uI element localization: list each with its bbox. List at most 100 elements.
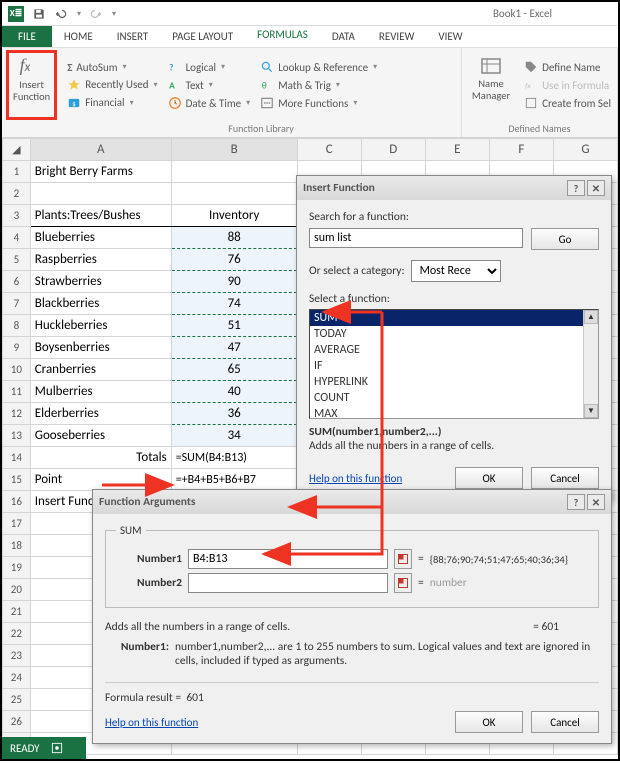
cell[interactable]: Elderberries	[30, 403, 171, 425]
col-header-e[interactable]: E	[425, 139, 489, 161]
tab-file[interactable]: FILE	[2, 26, 52, 47]
cell[interactable]: Blackberries	[30, 293, 171, 315]
list-item[interactable]: IF	[310, 358, 598, 374]
list-item[interactable]: TODAY	[310, 326, 598, 342]
cell[interactable]: Blueberries	[30, 227, 171, 249]
recently-used-button[interactable]: Recently Used▾	[65, 77, 159, 93]
help-link[interactable]: Help on this function	[309, 472, 402, 485]
list-item[interactable]: AVERAGE	[310, 342, 598, 358]
undo-icon[interactable]	[54, 7, 68, 21]
more-functions-button[interactable]: More Functions▾	[258, 95, 379, 111]
cell[interactable]	[171, 183, 297, 205]
col-header-f[interactable]: F	[489, 139, 553, 161]
col-header-g[interactable]: G	[553, 139, 617, 161]
save-icon[interactable]	[32, 7, 46, 21]
cell[interactable]: 47	[171, 337, 297, 359]
cell[interactable]: Huckleberries	[30, 315, 171, 337]
cell[interactable]: Mulberries	[30, 381, 171, 403]
select-all-button[interactable]: ◢	[3, 139, 31, 161]
category-select[interactable]: Most Rece	[411, 260, 501, 282]
function-listbox[interactable]: SUM TODAY AVERAGE IF HYPERLINK COUNT MAX…	[309, 309, 599, 419]
cell[interactable]: =+B4+B5+B6+B7	[171, 469, 297, 491]
cell[interactable]: Cranberries	[30, 359, 171, 381]
row-header[interactable]: 4	[3, 227, 31, 249]
insert-function-titlebar[interactable]: Insert Function ? ✕	[297, 176, 611, 200]
row-header[interactable]: 17	[3, 513, 31, 535]
help-link[interactable]: Help on this function	[105, 716, 198, 729]
cell[interactable]: =SUM(B4:B13)	[171, 447, 297, 469]
autosum-button[interactable]: ΣAutoSum▾	[65, 60, 159, 75]
close-button[interactable]: ✕	[587, 180, 605, 196]
row-header[interactable]: 7	[3, 293, 31, 315]
go-button[interactable]: Go	[531, 228, 599, 250]
row-header[interactable]: 1	[3, 161, 31, 183]
macro-record-icon[interactable]	[50, 741, 64, 755]
cell[interactable]: Gooseberries	[30, 425, 171, 447]
logical-button[interactable]: ?Logical▾	[166, 59, 253, 75]
tab-page-layout[interactable]: PAGE LAYOUT	[160, 26, 245, 47]
ok-button[interactable]: OK	[455, 467, 523, 489]
list-item[interactable]: HYPERLINK	[310, 374, 598, 390]
define-name-button[interactable]: Define Name	[522, 59, 613, 75]
cell[interactable]: Boysenberries	[30, 337, 171, 359]
insert-function-button[interactable]: fx Insert Function	[6, 50, 57, 120]
cell[interactable]: 88	[171, 227, 297, 249]
tab-home[interactable]: HOME	[52, 26, 105, 47]
cell[interactable]: 51	[171, 315, 297, 337]
row-header[interactable]: 2	[3, 183, 31, 205]
cancel-button[interactable]: Cancel	[531, 711, 599, 733]
row-header[interactable]: 8	[3, 315, 31, 337]
row-header[interactable]: 6	[3, 271, 31, 293]
col-header-b[interactable]: B	[171, 139, 297, 161]
text-button[interactable]: AText▾	[166, 77, 253, 93]
row-header[interactable]: 12	[3, 403, 31, 425]
row-header[interactable]: 5	[3, 249, 31, 271]
cell[interactable]: 36	[171, 403, 297, 425]
row-header[interactable]: 19	[3, 557, 31, 579]
cell[interactable]: 76	[171, 249, 297, 271]
list-item[interactable]: MAX	[310, 406, 598, 419]
row-header[interactable]: 23	[3, 645, 31, 667]
tab-formulas[interactable]: FORMULAS	[245, 24, 320, 47]
row-header[interactable]: 14	[3, 447, 31, 469]
list-item[interactable]: COUNT	[310, 390, 598, 406]
row-header[interactable]: 21	[3, 601, 31, 623]
row-header[interactable]: 22	[3, 623, 31, 645]
tab-view[interactable]: VIEW	[426, 26, 474, 47]
col-header-a[interactable]: A	[30, 139, 171, 161]
cell[interactable]: 34	[171, 425, 297, 447]
collapse-dialog-button[interactable]	[394, 549, 412, 569]
row-header[interactable]: 11	[3, 381, 31, 403]
number2-input[interactable]	[188, 573, 388, 593]
row-header[interactable]: 15	[3, 469, 31, 491]
row-header[interactable]: 25	[3, 689, 31, 711]
row-header[interactable]: 26	[3, 711, 31, 733]
tab-insert[interactable]: INSERT	[105, 26, 161, 47]
lookup-button[interactable]: Lookup & Reference▾	[258, 59, 379, 75]
number1-input[interactable]	[188, 549, 388, 569]
row-header[interactable]: 24	[3, 667, 31, 689]
cell[interactable]: 65	[171, 359, 297, 381]
financial-button[interactable]: $Financial▾	[65, 95, 159, 111]
cell[interactable]: Totals	[30, 447, 171, 469]
help-button[interactable]: ?	[567, 180, 585, 196]
tab-data[interactable]: DATA	[320, 26, 367, 47]
row-header[interactable]: 16	[3, 491, 31, 513]
help-button[interactable]: ?	[567, 494, 585, 510]
cell[interactable]: Bright Berry Farms	[30, 161, 171, 183]
create-from-selection-button[interactable]: Create from Sel	[522, 95, 613, 111]
qat-customize-icon[interactable]: ▾	[112, 9, 116, 19]
row-header[interactable]: 10	[3, 359, 31, 381]
math-trig-button[interactable]: θMath & Trig▾	[258, 77, 379, 93]
row-header[interactable]: 3	[3, 205, 31, 227]
undo-dropdown-icon[interactable]: ▾	[77, 9, 81, 19]
row-header[interactable]: 18	[3, 535, 31, 557]
col-header-d[interactable]: D	[361, 139, 425, 161]
tab-review[interactable]: REVIEW	[367, 26, 427, 47]
cell[interactable]: 40	[171, 381, 297, 403]
cell[interactable]: Point	[30, 469, 171, 491]
ok-button[interactable]: OK	[455, 711, 523, 733]
close-button[interactable]: ✕	[587, 494, 605, 510]
cell[interactable]: Raspberries	[30, 249, 171, 271]
row-header[interactable]: 20	[3, 579, 31, 601]
